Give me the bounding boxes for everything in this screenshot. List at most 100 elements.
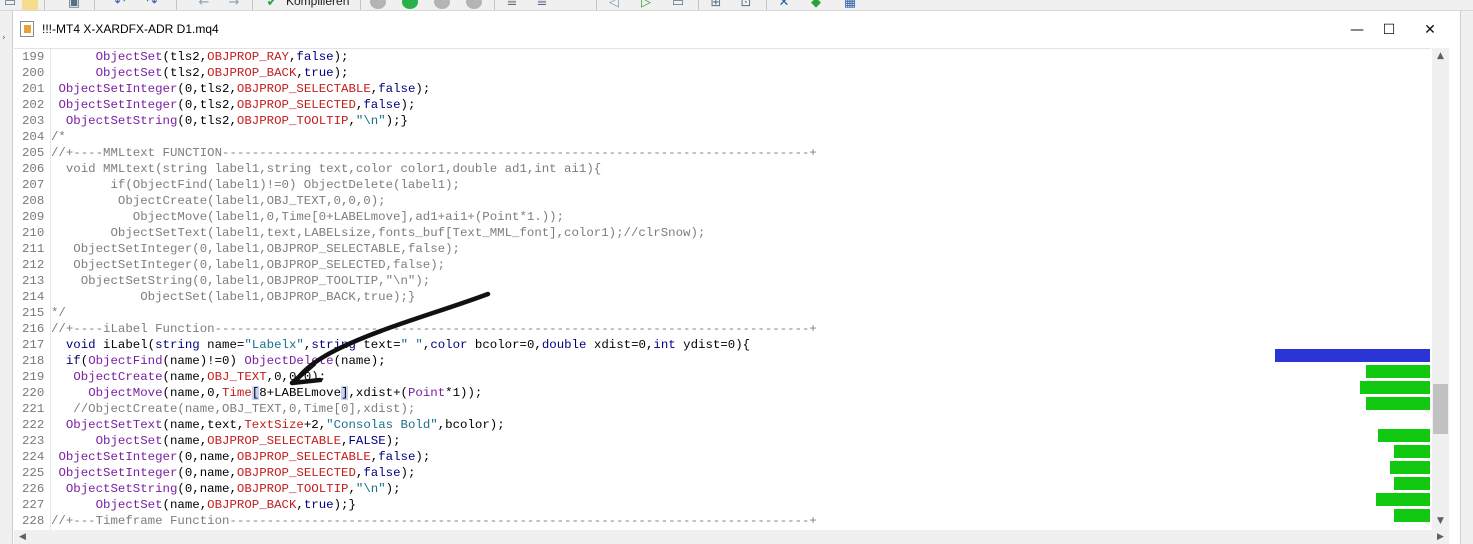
code-token: (0,name, [177,482,237,496]
code-text: ObjectSetInteger(0,tls2,OBJPROP_SELECTAB… [51,81,430,97]
bookmark-icon[interactable]: ⌒ [566,0,582,10]
code-text: ObjectSetInteger(0,label1,OBJPROP_SELECT… [51,241,460,257]
code-token: OBJPROP_SELECTED [236,466,356,480]
code-token: OBJPROP_TOOLTIP [236,114,349,128]
code-text: ObjectCreate(label1,OBJ_TEXT,0,0,0); [51,193,386,209]
code-text: ObjectSet(name,OBJPROP_SELECTABLE,FALSE)… [51,433,401,449]
minimap-bar-green [1394,445,1430,458]
scroll-down-icon[interactable]: ▼ [1432,513,1449,530]
vertical-scrollbar[interactable]: ▲ ▼ [1432,48,1449,530]
code-token: (name)!=0) [162,354,245,368]
navigate-icon[interactable]: ▷ [638,0,654,10]
pause-icon[interactable] [434,0,450,9]
toolbar-separator [252,0,253,10]
code-token: ObjectSetText(label1,text,LABELsize,font… [51,226,706,240]
check-icon[interactable]: ◆ [808,0,824,10]
tools-icon[interactable]: ✕ [776,0,792,10]
stop-icon[interactable] [370,0,386,9]
redo-icon[interactable]: ↷ [144,0,160,10]
comment-icon[interactable]: ≡ [534,0,550,10]
code-token: ObjectSet [95,66,163,80]
new-icon[interactable]: ▭ [2,0,18,10]
code-token: text= [355,338,401,352]
compile-button-label[interactable]: Kompilieren [286,0,349,8]
code-token: //+---Timeframe Function----------------… [51,514,817,528]
window-title: !!!-MT4 X-XARDFX-ADR D1.mq4 [42,22,219,36]
toolbar-separator [766,0,767,10]
code-token: /* [51,130,66,144]
line-number: 228 [22,514,45,528]
step-icon[interactable] [466,0,482,9]
line-number: 210 [22,226,45,240]
code-token: OBJPROP_BACK [207,498,297,512]
code-token: ); [415,82,431,96]
undo-icon[interactable]: ↶ [112,0,128,10]
scroll-up-icon[interactable]: ▲ [1432,48,1449,65]
code-token: ObjectDelete [244,354,334,368]
line-number: 209 [22,210,45,224]
code-token: (0,name, [177,450,237,464]
code-token: ); [400,466,416,480]
code-token: true [303,498,334,512]
code-token: ,0,0,0); [266,370,327,384]
forward-icon[interactable]: → [226,0,242,10]
scroll-right-icon[interactable]: ▶ [1432,530,1449,544]
line-number: 203 [22,114,45,128]
code-text: ObjectSetString(0,tls2,OBJPROP_TOOLTIP,"… [51,113,408,129]
code-text: ObjectSet(label1,OBJPROP_BACK,true);} [51,289,415,305]
code-token: ObjectSetString(0,label1,OBJPROP_TOOLTIP… [51,274,431,288]
open-icon[interactable] [22,0,38,10]
vertical-scroll-thumb[interactable] [1433,384,1448,434]
code-token: (name, [162,498,208,512]
code-token: +2, [303,418,327,432]
code-token: (0,name, [177,466,237,480]
toolbar-separator [176,0,177,10]
line-number: 205 [22,146,45,160]
line-number: 214 [22,290,45,304]
code-text: ObjectSetInteger(0,label1,OBJPROP_SELECT… [51,257,445,273]
code-token: ObjectSetText [65,418,163,432]
start-icon[interactable] [402,0,418,9]
code-token: false [363,98,401,112]
navigate-icon[interactable]: ⊞ [708,0,724,10]
chart-icon[interactable]: ▦ [842,0,858,10]
maximize-button[interactable]: ☐ [1373,19,1405,41]
line-number: 201 [22,82,45,96]
minimap-bar-green [1366,397,1430,410]
code-token: false [296,50,334,64]
toolbar-separator [94,0,95,10]
navigate-icon[interactable]: ▭ [670,0,686,10]
panel-marker: › [2,33,6,43]
code-editor[interactable]: 199 ObjectSet(tls2,OBJPROP_RAY,false); 20… [14,48,1431,530]
compile-icon[interactable]: ✔ [264,0,280,10]
minimize-button[interactable]: — [1341,19,1373,41]
code-token: if [65,354,81,368]
code-token: ObjectSet(label1,OBJPROP_BACK,true);} [51,290,416,304]
save-icon[interactable]: ▣ [66,0,82,10]
code-token: ,bcolor); [437,418,505,432]
close-button[interactable]: ✕ [1414,19,1446,41]
code-token: //+----iLabel Function------------------… [51,322,817,336]
code-text: //+---Timeframe Function----------------… [51,513,817,529]
code-text: ObjectSet(tls2,OBJPROP_BACK,true); [51,65,349,81]
code-token: ObjectSetString [65,482,178,496]
code-token: (name, [162,434,208,448]
code-token: *1)); [445,386,483,400]
line-number: 208 [22,194,45,208]
code-token: ObjectSet [95,50,163,64]
line-number: 219 [22,370,45,384]
code-text: ObjectMove(label1,0,Time[0+LABELmove],ad… [51,209,564,225]
navigate-icon[interactable]: ◁ [606,0,622,10]
horizontal-scrollbar[interactable]: ◀ ▶ [14,530,1449,544]
scroll-left-icon[interactable]: ◀ [14,530,31,544]
code-token: 8+LABELmove [259,386,342,400]
indent-icon[interactable]: ≡ [504,0,520,10]
code-token: OBJPROP_BACK [207,66,297,80]
code-text: void MMLtext(string label1,string text,c… [51,161,601,177]
back-icon[interactable]: ← [196,0,212,10]
zoom-icon[interactable]: ⊡ [738,0,754,10]
